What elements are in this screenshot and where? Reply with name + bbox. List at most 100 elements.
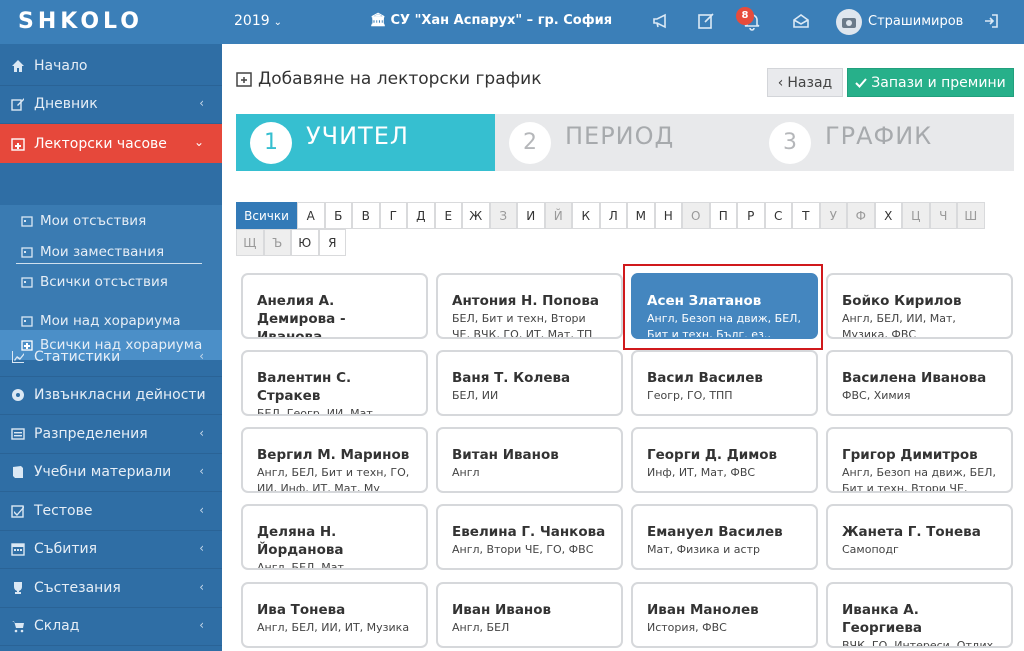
letter-filter-button[interactable]: Б xyxy=(324,202,352,229)
letter-filter-button[interactable]: Ч xyxy=(929,202,957,229)
sidebar-item-label: Извънкласни дейности xyxy=(34,387,206,403)
sidebar-item-tests[interactable]: Тестове ‹ xyxy=(0,492,222,531)
letter-filter-button[interactable]: Т xyxy=(792,202,820,229)
submenu-item-all-absences[interactable]: Всички отсъствия xyxy=(0,267,222,297)
avatar[interactable] xyxy=(836,9,862,35)
sidebar-item-statistics[interactable]: Статистики ‹ xyxy=(0,338,222,377)
teacher-card[interactable]: Валентин С. Стракев БЕЛ, Геогр, ИИ, Мат xyxy=(241,350,428,416)
sidebar-item-extracurricular[interactable]: Извънкласни дейности ‹ xyxy=(0,376,222,415)
letter-filter-button[interactable]: Г xyxy=(379,202,407,229)
letter-filter-button[interactable]: Ц xyxy=(902,202,930,229)
letter-filter-all[interactable]: Всички xyxy=(236,202,297,229)
teacher-card[interactable]: Ива Тонева Англ, БЕЛ, ИИ, ИТ, Музика xyxy=(241,582,428,648)
teacher-card[interactable]: Иван Манолев История, ФВС xyxy=(631,582,818,648)
school-name-label: СУ "Хан Аспарух" – гр. София xyxy=(390,13,613,28)
teacher-card[interactable]: Иван Иванов Англ, БЕЛ xyxy=(436,582,623,648)
teacher-card[interactable]: Василена Иванова ФВС, Химия xyxy=(826,350,1013,416)
sidebar-item-lecture-hours[interactable]: Лекторски часове ⌄ xyxy=(0,124,222,163)
back-button[interactable]: ‹ Назад xyxy=(767,68,843,97)
chevron-left-icon: ‹ xyxy=(199,96,204,110)
letter-filter-button[interactable]: П xyxy=(709,202,737,229)
teacher-card[interactable]: Деляна Н. Йорданова Англ, БЕЛ, Мат xyxy=(241,504,428,570)
letter-filter-button[interactable]: Я xyxy=(318,229,346,256)
teacher-card[interactable]: Григор Димитров Англ, Безоп на движ, БЕЛ,… xyxy=(826,427,1013,493)
letter-filter-button[interactable]: К xyxy=(572,202,600,229)
letter-filter-button[interactable]: Е xyxy=(434,202,462,229)
letter-filter-button[interactable]: Х xyxy=(874,202,902,229)
sidebar-item-diary[interactable]: Дневник ‹ xyxy=(0,85,222,124)
wizard-steps: 1 УЧИТЕЛ 2 ПЕРИОД 3 ГРАФИК xyxy=(236,114,1014,171)
letter-filter-button[interactable]: Н xyxy=(654,202,682,229)
teacher-card[interactable]: Ваня Т. Колева БЕЛ, ИИ xyxy=(436,350,623,416)
teacher-name: Жанета Г. Тонева xyxy=(842,524,981,540)
sidebar-item-label: Статистики xyxy=(34,349,121,365)
letter-filter-button[interactable]: А xyxy=(297,202,325,229)
letter-filter-button[interactable]: З xyxy=(489,202,517,229)
letter-filter-button[interactable]: С xyxy=(764,202,792,229)
teacher-card[interactable]: Евелина Г. Чанкова Англ, Втори ЧЕ, ГО, ФВ… xyxy=(436,504,623,570)
edit-icon[interactable] xyxy=(695,10,717,32)
trophy-icon xyxy=(11,581,25,595)
teacher-card[interactable]: Вергил М. Маринов Англ, БЕЛ, Бит и техн, … xyxy=(241,427,428,493)
wizard-step-period[interactable]: 2 ПЕРИОД xyxy=(495,114,755,171)
teacher-card[interactable]: Бойко Кирилов Англ, БЕЛ, ИИ, Мат, Музика,… xyxy=(826,273,1013,339)
sidebar-item-label: Начало xyxy=(34,58,88,74)
letter-filter-button[interactable]: Ш xyxy=(957,202,985,229)
letter-filter-button[interactable]: И xyxy=(517,202,545,229)
letter-filter-button[interactable]: М xyxy=(627,202,655,229)
teacher-name: Антония Н. Попова xyxy=(452,293,599,309)
teacher-name: Анелия А. Демирова - Иванова xyxy=(257,293,346,339)
teacher-name: Бойко Кирилов xyxy=(842,293,962,309)
teacher-name: Евелина Г. Чанкова xyxy=(452,524,606,540)
school-name: 🏛 СУ "Хан Аспарух" – гр. София xyxy=(370,13,612,28)
logout-icon[interactable] xyxy=(980,10,1002,32)
step-number: 1 xyxy=(250,121,292,164)
teacher-card[interactable]: Антония Н. Попова БЕЛ, Бит и техн, Втори … xyxy=(436,273,623,339)
letter-filter-button[interactable]: У xyxy=(819,202,847,229)
ball-icon xyxy=(11,388,25,402)
wizard-step-teacher[interactable]: 1 УЧИТЕЛ xyxy=(236,114,495,171)
username[interactable]: Страшимиров xyxy=(868,14,963,29)
chevron-left-icon: ‹ xyxy=(199,426,204,440)
letter-filter-button[interactable]: О xyxy=(682,202,710,229)
envelope-icon[interactable] xyxy=(790,10,812,32)
sidebar-item-competitions[interactable]: Състезания ‹ xyxy=(0,569,222,608)
teacher-card[interactable]: Георги Д. Димов Инф, ИТ, Мат, ФВС xyxy=(631,427,818,493)
letter-filter-button[interactable]: Ф xyxy=(847,202,875,229)
teacher-name: Вергил М. Маринов xyxy=(257,447,410,463)
teacher-name: Иван Манолев xyxy=(647,602,759,618)
book-icon xyxy=(11,465,25,479)
chevron-left-icon: ‹ xyxy=(199,541,204,555)
chevron-left-icon: ‹ xyxy=(199,503,204,517)
letter-filter-button[interactable]: В xyxy=(352,202,380,229)
megaphone-icon[interactable] xyxy=(650,10,672,32)
letter-filter-button[interactable]: Д xyxy=(407,202,435,229)
submenu-item-label: Мои над хорариума xyxy=(40,313,181,329)
teacher-card[interactable]: Витан Иванов Англ xyxy=(436,427,623,493)
sidebar-item-home[interactable]: Начало xyxy=(0,47,222,86)
teacher-card[interactable]: Иванка А. Георгиева ВЧК, ГО, Интереси, От… xyxy=(826,582,1013,648)
teacher-card[interactable]: Васил Василев Геогр, ГО, ТПП xyxy=(631,350,818,416)
sidebar-item-events[interactable]: Събития ‹ xyxy=(0,530,222,569)
letter-filter-button[interactable]: Щ xyxy=(236,229,264,256)
year-selector[interactable]: 2019 ⌄ xyxy=(234,13,282,29)
sidebar-item-distributions[interactable]: Разпределения ‹ xyxy=(0,415,222,454)
submenu-item-my-absences[interactable]: Мои отсъствия xyxy=(0,206,222,236)
chevron-left-icon: ‹ xyxy=(777,74,784,91)
letter-filter-button[interactable]: Ж xyxy=(462,202,490,229)
letter-filter-button[interactable]: Р xyxy=(737,202,765,229)
letter-filter-button[interactable]: Ъ xyxy=(263,229,291,256)
save-and-continue-button[interactable]: Запази и премини xyxy=(847,68,1014,97)
letter-filter-button[interactable]: Й xyxy=(544,202,572,229)
letter-filter-button[interactable]: Ю xyxy=(291,229,319,256)
letter-filter-button[interactable]: Л xyxy=(599,202,627,229)
wizard-step-schedule[interactable]: 3 ГРАФИК xyxy=(755,114,1014,171)
logo[interactable]: SHKOLO xyxy=(18,9,143,34)
teacher-card[interactable]: Анелия А. Демирова - ИвановаАнгл, Арабск… xyxy=(241,273,428,339)
teacher-card[interactable]: Жанета Г. Тонева Самоподг xyxy=(826,504,1013,570)
sidebar-item-warehouse[interactable]: Склад ‹ xyxy=(0,607,222,646)
notification-badge: 8 xyxy=(736,7,754,25)
sidebar-item-materials[interactable]: Учебни материали ‹ xyxy=(0,453,222,492)
home-icon xyxy=(11,59,25,73)
teacher-card[interactable]: Емануел Василев Мат, Физика и астр xyxy=(631,504,818,570)
